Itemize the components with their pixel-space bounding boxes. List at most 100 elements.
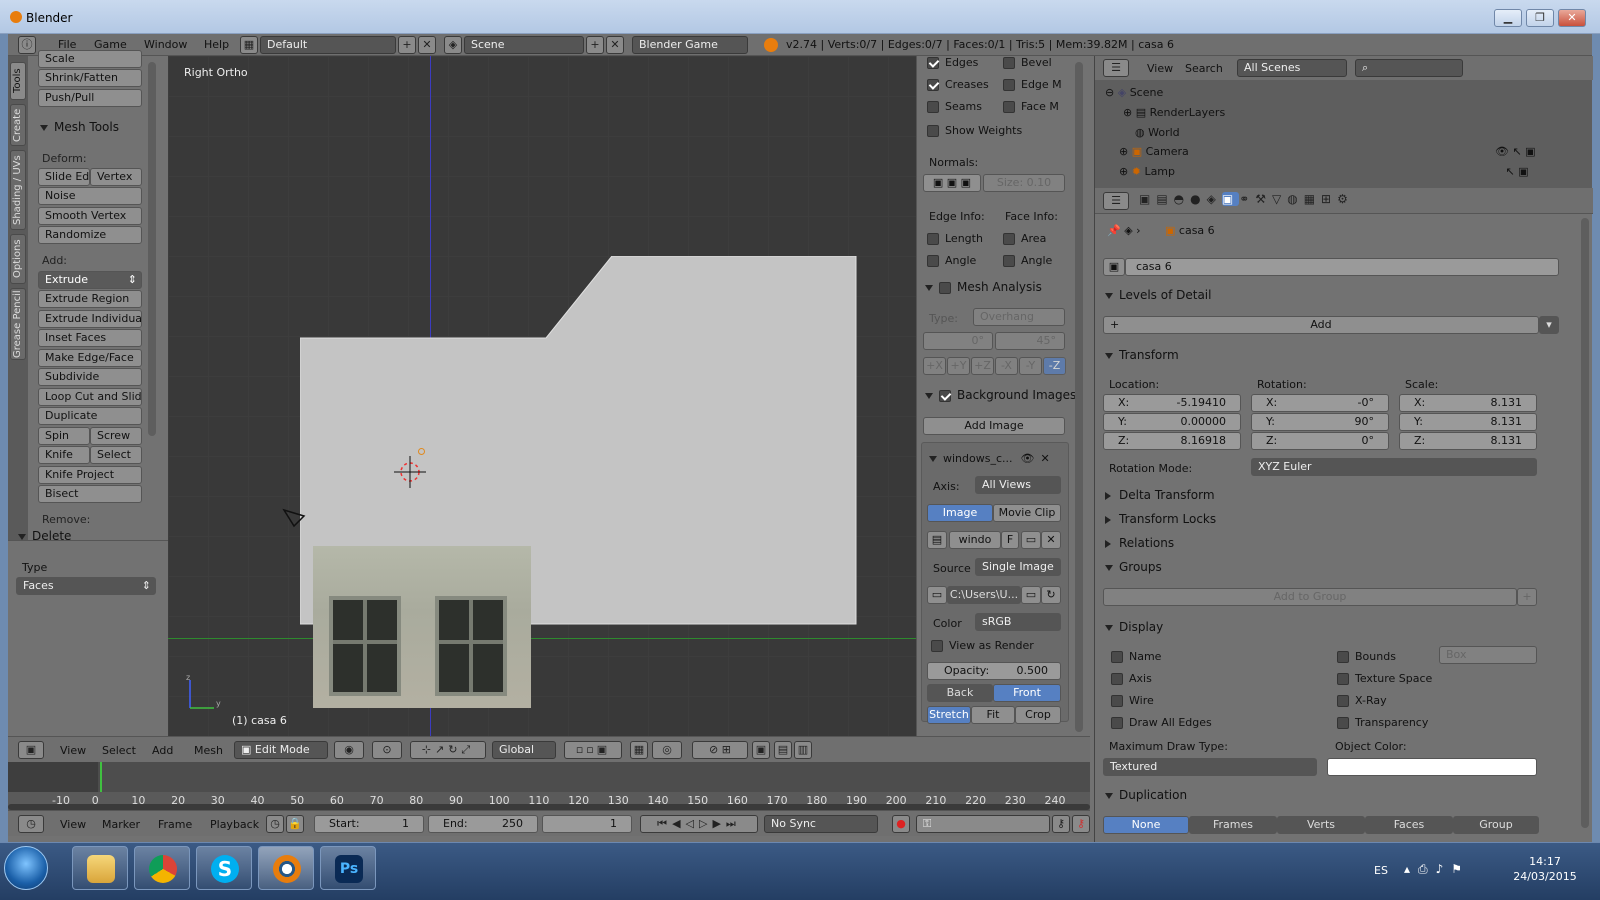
edge-angle-option[interactable]: Angle: [927, 254, 976, 267]
edge-marks-option[interactable]: Edge M: [1003, 78, 1062, 91]
outliner-camera-row[interactable]: ⊕ ▣ Camera: [1119, 145, 1189, 158]
display-all-edges-checkbox[interactable]: [1111, 717, 1123, 729]
open-image-icon[interactable]: ▭: [1021, 531, 1041, 549]
add-image-button[interactable]: Add Image: [923, 417, 1065, 435]
opacity-field[interactable]: Opacity: 0.500: [927, 662, 1061, 680]
knife-select-button[interactable]: Select: [90, 446, 142, 464]
object-name-field[interactable]: casa 6: [1125, 258, 1559, 276]
dup-none-button[interactable]: None: [1103, 816, 1189, 834]
bisect-button[interactable]: Bisect: [38, 485, 142, 503]
lod-add-dropdown[interactable]: ▾: [1539, 316, 1559, 334]
tab-create[interactable]: Create: [10, 104, 26, 146]
display-transparency-option[interactable]: Transparency: [1337, 716, 1428, 729]
3d-cursor-icon[interactable]: [392, 454, 432, 494]
display-xray-option[interactable]: X-Ray: [1337, 694, 1387, 707]
playback-controls[interactable]: ⏮◀◁▷▶⏭: [640, 815, 758, 833]
groups-header[interactable]: Groups: [1105, 560, 1162, 574]
display-bounds-option[interactable]: Bounds: [1337, 650, 1396, 663]
seams-option[interactable]: Seams: [927, 100, 982, 113]
delta-transform-header[interactable]: Delta Transform: [1105, 488, 1215, 502]
layout-field[interactable]: Default: [260, 36, 396, 54]
analysis-min-field[interactable]: 0°: [923, 332, 993, 350]
push-pull-button[interactable]: Push/Pull: [38, 89, 142, 107]
minimize-button[interactable]: ▁: [1494, 9, 1522, 27]
render-anim-icon[interactable]: ▤: [774, 741, 792, 759]
image-browse-icon[interactable]: ▤: [927, 531, 947, 549]
filepath-field[interactable]: C:\Users\U...: [947, 586, 1021, 604]
smooth-vertex-button[interactable]: Smooth Vertex: [38, 207, 142, 225]
background-images-header[interactable]: Background Images: [925, 388, 1076, 402]
lod-add-button[interactable]: + Add: [1103, 316, 1539, 334]
extrude-menu[interactable]: Extrude ⇕: [38, 271, 142, 289]
timeline[interactable]: -10 0 10 20 30 40 50 60 70 80 90 100 110 120 130 140 150…: [8, 762, 1090, 810]
explorer-taskbar-button[interactable]: [72, 846, 128, 890]
source-select[interactable]: Single Image: [975, 558, 1061, 576]
lod-header[interactable]: Levels of Detail: [1105, 288, 1211, 302]
delete-keyframe-icon[interactable]: ⚷: [1072, 815, 1090, 833]
pin-icon[interactable]: 📌 ◈ ›: [1107, 224, 1141, 237]
normals-size-field[interactable]: Size: 0.10: [983, 174, 1065, 192]
spin-button[interactable]: Spin: [38, 427, 90, 445]
remove-layout-icon[interactable]: ✕: [418, 36, 436, 54]
outliner-scene-row[interactable]: ⊖ ◈ Scene: [1105, 86, 1163, 99]
creases-option[interactable]: Creases: [927, 78, 989, 91]
view-as-render-checkbox[interactable]: [931, 640, 943, 652]
vprops-scrollbar[interactable]: [1075, 62, 1083, 732]
rotation-y-field[interactable]: Y: 90°: [1251, 413, 1389, 431]
render-engine-select[interactable]: Blender Game: [632, 36, 748, 54]
dup-frames-button[interactable]: Frames: [1189, 816, 1277, 834]
shading-select[interactable]: ◉: [334, 741, 364, 759]
current-frame-field[interactable]: 1: [542, 815, 632, 833]
timeline-view-menu[interactable]: View: [60, 818, 86, 831]
start-frame-field[interactable]: Start: 1: [314, 815, 424, 833]
location-y-field[interactable]: Y: 0.00000: [1103, 413, 1241, 431]
record-icon[interactable]: ●: [892, 815, 910, 833]
occlude-geometry-icon[interactable]: ▦: [630, 741, 648, 759]
relations-header[interactable]: Relations: [1105, 536, 1174, 550]
add-scene-icon[interactable]: +: [586, 36, 604, 54]
lamp-visibility-icons[interactable]: ↖ ▣: [1495, 165, 1528, 178]
image-name-field[interactable]: windo: [949, 531, 1001, 549]
properties-context-tabs[interactable]: ▣▤◓●◈▣⚭⚒▽◍▦⊞⚙: [1139, 192, 1419, 210]
menu-help[interactable]: Help: [204, 38, 229, 51]
knife-project-button[interactable]: Knife Project: [38, 466, 142, 484]
slide-edge-button[interactable]: Slide Ed: [38, 168, 90, 186]
chrome-taskbar-button[interactable]: [134, 846, 190, 890]
max-draw-type-select[interactable]: Textured: [1103, 758, 1317, 776]
display-header[interactable]: Display: [1105, 620, 1163, 634]
tab-tools[interactable]: Tools: [10, 62, 26, 100]
add-menu[interactable]: Add: [152, 744, 173, 757]
tab-options[interactable]: Options: [10, 234, 26, 284]
lock-icon[interactable]: 🔒: [286, 815, 304, 833]
bounds-type-select[interactable]: Box: [1439, 646, 1537, 664]
scale-z-field[interactable]: Z: 8.131: [1399, 432, 1537, 450]
dup-faces-button[interactable]: Faces: [1365, 816, 1453, 834]
mesh-analysis-header[interactable]: Mesh Analysis: [925, 280, 1042, 294]
add-group-plus-icon[interactable]: +: [1517, 588, 1537, 606]
editor-type-icon[interactable]: ⓘ: [18, 36, 36, 54]
mesh-menu[interactable]: Mesh: [194, 744, 223, 757]
opengl-render-icon[interactable]: ▣: [752, 741, 770, 759]
object-browse-icon[interactable]: ▣: [1103, 258, 1125, 276]
scale-button[interactable]: Scale: [38, 50, 142, 68]
edge-length-checkbox[interactable]: [927, 233, 939, 245]
extrude-individual-button[interactable]: Extrude Individual: [38, 310, 142, 328]
duplicate-button[interactable]: Duplicate: [38, 407, 142, 425]
bevel-option[interactable]: Bevel: [1003, 56, 1052, 69]
dup-verts-button[interactable]: Verts: [1277, 816, 1365, 834]
camera-visibility-icons[interactable]: 👁 ↖ ▣: [1495, 145, 1536, 158]
location-z-field[interactable]: Z: 8.16918: [1103, 432, 1241, 450]
timeline-editor-icon[interactable]: ◷: [18, 815, 44, 833]
rotation-z-field[interactable]: Z: 0°: [1251, 432, 1389, 450]
display-bounds-checkbox[interactable]: [1337, 651, 1349, 663]
properties-scrollbar[interactable]: [1581, 218, 1589, 828]
tab-shading-uvs[interactable]: Shading / UVs: [10, 150, 26, 230]
display-wire-checkbox[interactable]: [1111, 695, 1123, 707]
display-axis-option[interactable]: Axis: [1111, 672, 1152, 685]
display-transparency-checkbox[interactable]: [1337, 717, 1349, 729]
outliner-filter-select[interactable]: All Scenes: [1237, 59, 1347, 77]
keying-set-field[interactable]: ⚿: [916, 815, 1050, 833]
seams-checkbox[interactable]: [927, 101, 939, 113]
display-texture-space-option[interactable]: Texture Space: [1337, 672, 1432, 685]
edge-length-option[interactable]: Length: [927, 232, 983, 245]
